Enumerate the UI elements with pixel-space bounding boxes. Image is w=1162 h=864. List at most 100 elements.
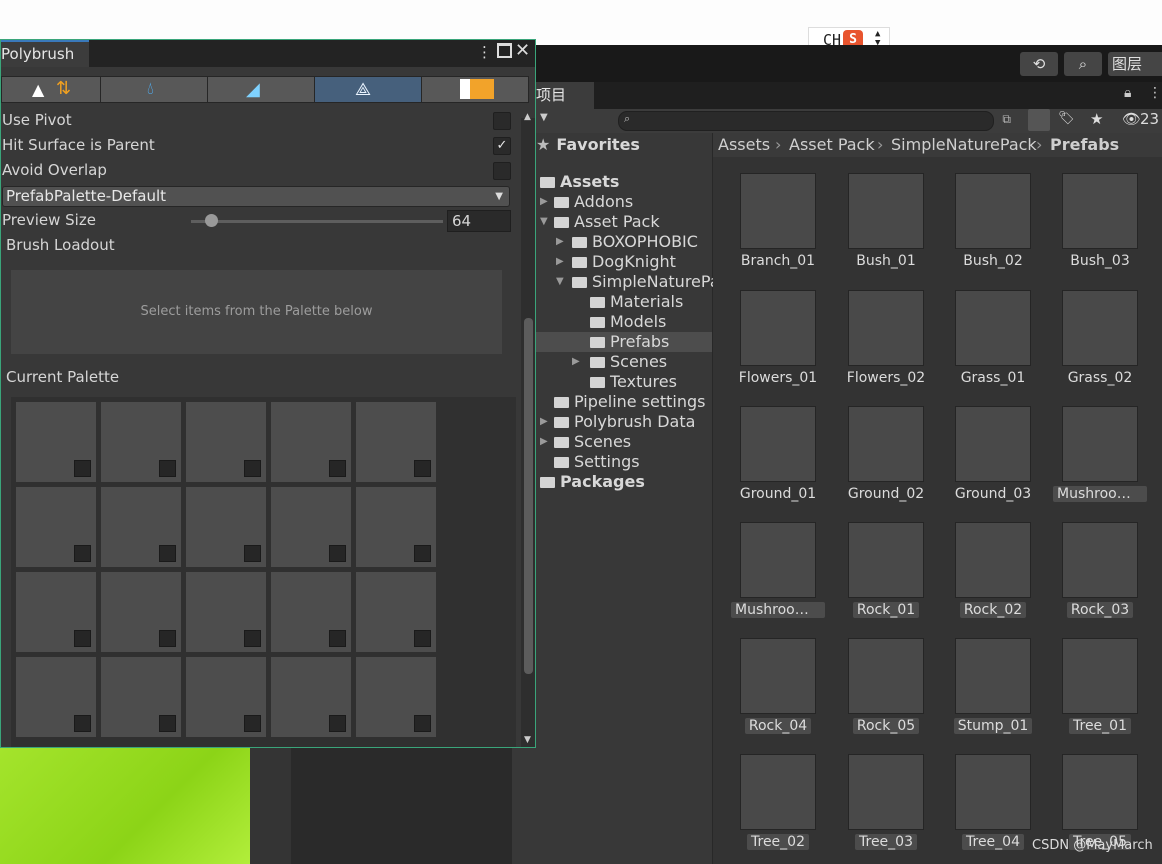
palette-item-checkbox[interactable] [414,545,431,562]
lock-icon[interactable]: 🔒︎ [1124,85,1131,101]
palette-item-tree-icon[interactable] [356,657,436,737]
polybrush-scroll-thumb[interactable] [524,318,533,674]
crumb-asset-pack[interactable]: Asset Pack [789,135,875,154]
tool-sculpt[interactable]: ▲ ⇅ [1,76,101,103]
search-icon[interactable]: ⌕ [1064,52,1102,76]
tree-item[interactable]: Addons [554,192,633,211]
preview-size-field[interactable]: 64 [447,210,511,232]
tree-item[interactable]: Models [590,312,666,331]
asset-item[interactable]: Rock_05 [836,638,936,738]
asset-item[interactable]: Stump_01 [943,638,1043,738]
tree-item[interactable]: Scenes [554,432,631,451]
expand-closed-icon[interactable]: ▶ [572,356,580,367]
use-pivot-checkbox[interactable] [493,112,511,130]
asset-item[interactable]: Ground_01 [728,406,828,502]
tool-paint-texture[interactable] [421,76,529,103]
tree-item[interactable]: BOXOPHOBIC [572,232,698,251]
asset-item[interactable]: Flowers_02 [836,290,936,386]
asset-item[interactable]: Tree_01 [1050,638,1150,738]
hidden-packages-icon[interactable]: 👁︎ [1122,110,1141,128]
palette-item-checkbox[interactable] [329,715,346,732]
palette-item-checkbox[interactable] [329,545,346,562]
tree-item[interactable]: Polybrush Data [554,412,695,431]
palette-item-rock-icon[interactable] [16,572,96,652]
tree-item[interactable]: Assets [540,172,619,191]
palette-item-bush-icon[interactable] [271,402,351,482]
tree-item[interactable]: DogKnight [572,252,676,271]
palette-item-checkbox[interactable] [414,630,431,647]
create-dropdown-icon[interactable]: ▼ [540,112,548,123]
project-search-input[interactable]: ⌕ ⧉ [618,111,1011,131]
favorites-header[interactable]: ★ Favorites [536,135,640,154]
filter-by-type-icon[interactable] [1028,109,1050,131]
expand-closed-icon[interactable]: ▶ [540,416,548,427]
asset-item[interactable]: Branch_01 [728,173,828,269]
palette-item-checkbox[interactable] [244,460,261,477]
palette-item-tree-icon[interactable] [186,657,266,737]
polybrush-title[interactable]: Polybrush [1,40,89,67]
asset-item[interactable]: Grass_01 [943,290,1043,386]
tool-paint-vertex[interactable]: ◢ [207,76,315,103]
asset-item[interactable]: Ground_02 [836,406,936,502]
maximize-icon[interactable] [497,43,512,58]
palette-item-checkbox[interactable] [329,630,346,647]
palette-item-checkbox[interactable] [244,630,261,647]
palette-item-checkbox[interactable] [414,460,431,477]
preview-size-slider-handle[interactable] [205,214,219,227]
asset-item[interactable]: Mushroom… [728,522,828,622]
palette-item-checkbox[interactable] [74,630,91,647]
asset-item[interactable]: Tree_03 [836,754,936,854]
asset-item[interactable]: Rock_04 [728,638,828,738]
layers-dropdown[interactable]: 图层 [1108,52,1162,76]
asset-item[interactable]: Bush_02 [943,173,1043,269]
crumb-prefabs[interactable]: Prefabs [1050,135,1119,154]
palette-item-checkbox[interactable] [74,460,91,477]
tool-scatter-prefabs[interactable]: ⟁ [314,76,422,103]
asset-item[interactable]: Rock_02 [943,522,1043,622]
expand-closed-icon[interactable]: ▶ [556,236,564,247]
palette-item-checkbox[interactable] [74,545,91,562]
tree-item[interactable]: Scenes [590,352,667,371]
palette-item-checkbox[interactable] [159,630,176,647]
asset-item[interactable]: Tree_04 [943,754,1043,854]
avoid-overlap-checkbox[interactable] [493,162,511,180]
expand-closed-icon[interactable]: ▶ [556,256,564,267]
palette-item-grass-icon[interactable] [101,487,181,567]
history-icon[interactable]: ⟲ [1020,52,1058,76]
palette-item-bush-icon[interactable] [101,402,181,482]
tool-smooth[interactable]: 💧︎ [100,76,208,103]
palette-item-flower-icon[interactable] [356,402,436,482]
tree-item[interactable]: Materials [590,292,683,311]
palette-item-checkbox[interactable] [159,545,176,562]
star-icon[interactable]: ★ [1090,110,1103,128]
asset-item[interactable]: Mushroom… [1050,406,1150,506]
palette-item-bush-icon[interactable] [186,402,266,482]
search-popout-icon[interactable]: ⧉ [1002,112,1011,127]
crumb-simplenaturepack[interactable]: SimpleNaturePack [891,135,1037,154]
tree-item[interactable]: Prefabs [590,332,669,351]
asset-item[interactable]: Bush_03 [1050,173,1150,269]
palette-item-stump-icon[interactable] [16,657,96,737]
asset-item[interactable]: Ground_03 [943,406,1043,502]
palette-item-checkbox[interactable] [329,460,346,477]
asset-item[interactable]: Tree_02 [728,754,828,854]
tree-item[interactable]: Settings [554,452,640,471]
palette-item-tree-icon[interactable] [101,657,181,737]
tree-item[interactable]: Pipeline settings [554,392,706,411]
palette-item-flower-icon[interactable] [16,487,96,567]
tree-item[interactable]: Asset Pack [554,212,660,231]
palette-item-checkbox[interactable] [159,460,176,477]
palette-item-checkbox[interactable] [74,715,91,732]
palette-item-checkbox[interactable] [159,715,176,732]
palette-item-rock-icon[interactable] [356,572,436,652]
asset-item[interactable]: Rock_03 [1050,522,1150,622]
palette-item-branch-icon[interactable] [16,402,96,482]
scroll-up-icon[interactable]: ▲ [524,112,531,122]
palette-item-grass-icon[interactable] [186,487,266,567]
tree-item[interactable]: Packages [540,472,645,491]
expand-open-icon[interactable]: ▼ [556,276,564,287]
tree-item[interactable]: SimpleNaturePa [572,272,720,291]
palette-item-mushroom-icon[interactable] [271,487,351,567]
palette-item-checkbox[interactable] [414,715,431,732]
asset-item[interactable]: Bush_01 [836,173,936,269]
